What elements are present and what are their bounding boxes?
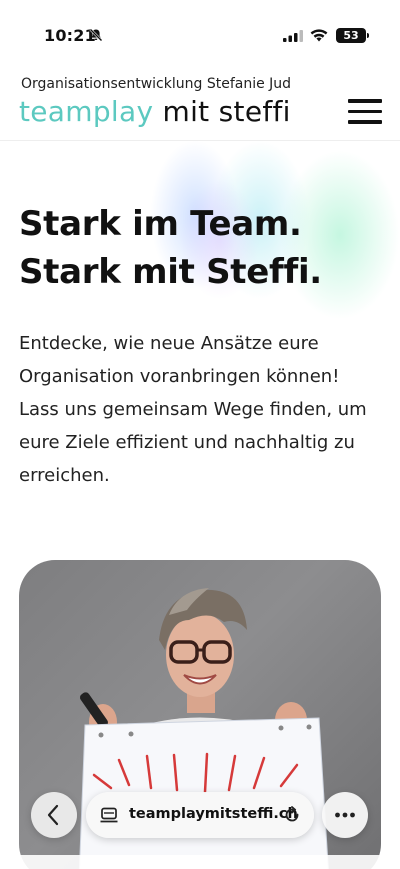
hamburger-menu-icon[interactable] [348,99,382,125]
site-tagline: Organisationsentwicklung Stefanie Jud [21,76,292,92]
battery-icon: 53 [336,28,369,43]
hero-intro-text: Entdecke, wie neue Ansätze eure Organisa… [19,333,367,486]
more-options-button[interactable] [322,792,368,838]
address-bar[interactable]: teamplaymitsteffi.ch [86,792,314,838]
browser-toolbar: teamplaymitsteffi.ch [0,780,400,850]
url-text[interactable]: teamplaymitsteffi.ch [129,806,298,822]
bottom-content-fade [0,855,400,869]
site-logo[interactable]: teamplay mit steffi [19,95,291,128]
hero-headline: Stark im Team. Stark mit Steffi. [19,200,322,296]
cellular-signal-icon [283,30,303,42]
browser-back-button[interactable] [31,792,77,838]
tabs-icon[interactable] [100,807,118,824]
logo-rest-text: mit steffi [153,95,291,128]
logo-accent-text: teamplay [19,95,154,128]
bell-slash-icon [89,28,103,42]
status-bar: 10:21 53 [0,0,400,72]
reload-icon[interactable] [282,805,302,825]
chevron-left-icon [47,804,59,826]
wifi-icon [310,29,328,42]
hero-headline-line2: Stark mit Steffi. [19,252,322,292]
more-dots-icon [335,812,355,818]
hero-headline-line1: Stark im Team. [19,204,302,244]
